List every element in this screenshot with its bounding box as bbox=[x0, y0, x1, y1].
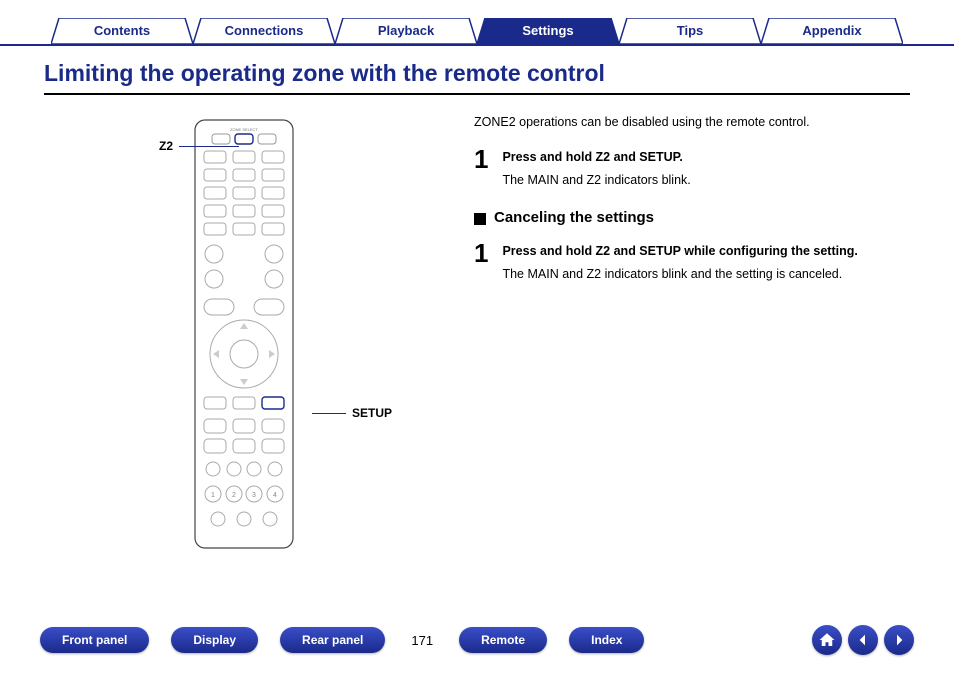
prev-page-icon[interactable] bbox=[848, 625, 878, 655]
top-tab-bar: Contents Connections Playback Settings T… bbox=[0, 0, 954, 46]
home-icon[interactable] bbox=[812, 625, 842, 655]
tab-label: Contents bbox=[94, 23, 150, 38]
step-number: 1 bbox=[474, 240, 488, 284]
remote-illustration-column: Z2 SETUP ZONE SELECT bbox=[44, 109, 444, 549]
next-page-icon[interactable] bbox=[884, 625, 914, 655]
tab-tips[interactable]: Tips bbox=[619, 18, 761, 44]
index-button[interactable]: Index bbox=[569, 627, 644, 653]
subheading-text: Canceling the settings bbox=[494, 207, 654, 230]
display-button[interactable]: Display bbox=[171, 627, 258, 653]
bottom-nav-bar: Front panel Display Rear panel 171 Remot… bbox=[0, 625, 954, 655]
tab-label: Tips bbox=[677, 23, 704, 38]
tab-label: Settings bbox=[522, 23, 573, 38]
remote-control-illustration: ZONE SELECT bbox=[194, 119, 294, 549]
callout-setup: SETUP bbox=[312, 406, 392, 420]
page-number: 171 bbox=[407, 633, 437, 648]
svg-text:4: 4 bbox=[273, 492, 277, 499]
svg-text:3: 3 bbox=[252, 492, 256, 499]
tab-label: Connections bbox=[225, 23, 304, 38]
callout-z2: Z2 bbox=[159, 139, 239, 153]
tab-playback[interactable]: Playback bbox=[335, 18, 477, 44]
page-title: Limiting the operating zone with the rem… bbox=[44, 60, 910, 95]
callout-z2-label: Z2 bbox=[159, 139, 173, 153]
svg-text:1: 1 bbox=[211, 492, 215, 499]
front-panel-button[interactable]: Front panel bbox=[40, 627, 149, 653]
intro-text: ZONE2 operations can be disabled using t… bbox=[474, 113, 910, 132]
tab-contents[interactable]: Contents bbox=[51, 18, 193, 44]
remote-button[interactable]: Remote bbox=[459, 627, 547, 653]
subheading: Canceling the settings bbox=[474, 207, 910, 230]
tab-label: Appendix bbox=[802, 23, 861, 38]
step-body-text: The MAIN and Z2 indicators blink and the… bbox=[502, 265, 910, 284]
square-bullet-icon bbox=[474, 213, 486, 225]
svg-text:ZONE SELECT: ZONE SELECT bbox=[230, 127, 258, 132]
step-body-text: The MAIN and Z2 indicators blink. bbox=[502, 171, 910, 190]
svg-text:2: 2 bbox=[232, 492, 236, 499]
step-number: 1 bbox=[474, 146, 488, 190]
tab-connections[interactable]: Connections bbox=[193, 18, 335, 44]
step-title: Press and hold Z2 and SETUP. bbox=[502, 148, 910, 167]
step-1: 1 Press and hold Z2 and SETUP. The MAIN … bbox=[474, 146, 910, 190]
rear-panel-button[interactable]: Rear panel bbox=[280, 627, 385, 653]
callout-setup-label: SETUP bbox=[352, 406, 392, 420]
step-title: Press and hold Z2 and SETUP while config… bbox=[502, 242, 910, 261]
step-cancel-1: 1 Press and hold Z2 and SETUP while conf… bbox=[474, 240, 910, 284]
instructions-column: ZONE2 operations can be disabled using t… bbox=[474, 109, 910, 549]
tab-label: Playback bbox=[378, 23, 434, 38]
tab-settings[interactable]: Settings bbox=[477, 18, 619, 44]
tab-appendix[interactable]: Appendix bbox=[761, 18, 903, 44]
content-area: Z2 SETUP ZONE SELECT bbox=[0, 101, 954, 549]
